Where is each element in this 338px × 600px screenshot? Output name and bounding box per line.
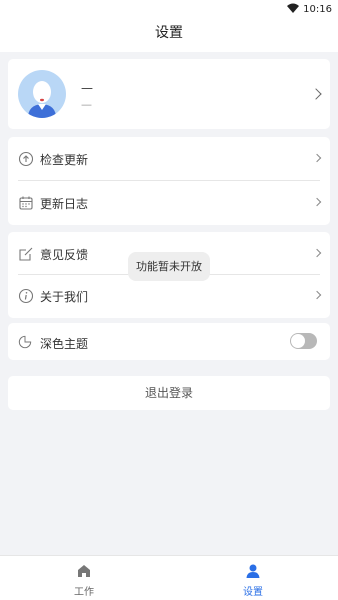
clock-time: 10:16 [303,4,332,15]
user-icon [245,563,261,579]
tab-work[interactable]: 工作 [44,556,124,600]
chevron-right-icon [312,290,322,300]
tab-label: 工作 [74,587,94,598]
menu-group-updates: 检查更新 更新日志 [8,137,330,225]
chevron-right-icon [310,88,322,100]
calendar-icon [18,195,34,211]
tab-label: 设置 [243,587,263,598]
bottom-tab-bar: 工作 设置 [0,555,338,600]
profile-subtitle: — [81,98,92,111]
theme-card: 深色主题 [8,323,330,360]
menu-item-label: 更新日志 [40,197,89,211]
toggle-knob [291,334,305,348]
status-right: 10:16 [287,3,332,16]
toast-message: 功能暂未开放 [128,252,210,281]
wifi-icon [287,3,300,16]
logout-label: 退出登录 [144,386,193,400]
edit-icon [18,246,34,262]
home-icon [76,563,92,579]
tab-settings[interactable]: 设置 [213,556,293,600]
page-title: 设置 [155,25,183,41]
chevron-right-icon [312,197,322,207]
avatar [18,70,66,118]
menu-item-check-update[interactable]: 检查更新 [8,137,330,181]
upload-circle-icon [18,151,34,167]
chevron-right-icon [312,248,322,258]
title-bar: 设置 [0,18,338,52]
menu-item-label: 意见反馈 [40,248,89,262]
dark-theme-label: 深色主题 [40,337,89,351]
profile-name: — [81,81,93,95]
menu-item-changelog[interactable]: 更新日志 [8,181,330,225]
menu-item-label: 关于我们 [40,290,89,304]
moon-icon [18,334,32,353]
avatar-person-icon [28,81,56,118]
menu-item-label: 检查更新 [40,153,89,167]
chevron-right-icon [312,153,322,163]
info-icon [18,288,34,304]
dark-theme-toggle[interactable] [290,333,317,349]
status-bar: 10:16 [0,0,338,18]
logout-button[interactable]: 退出登录 [8,376,330,410]
profile-card[interactable]: — — [8,59,330,129]
